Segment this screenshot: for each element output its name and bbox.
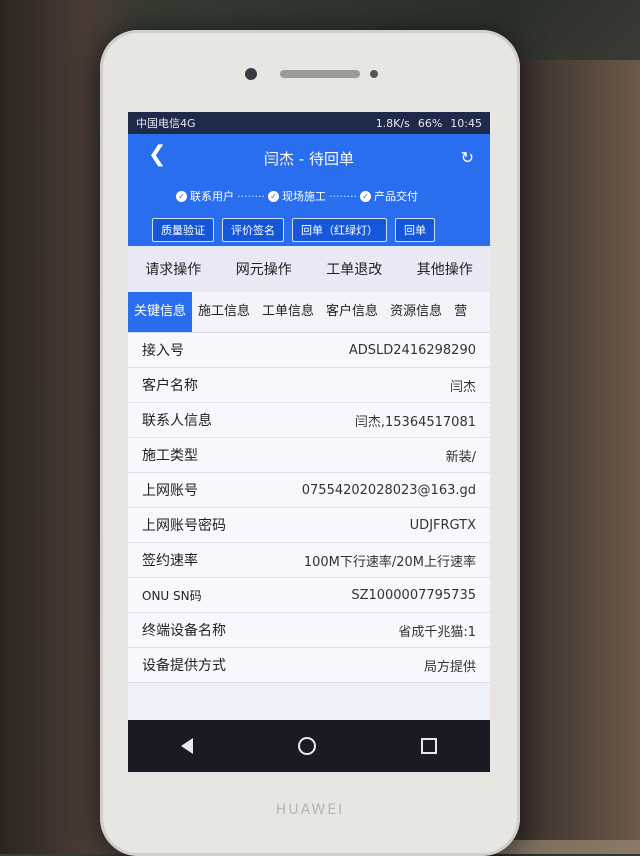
- step-label: 现场施工: [281, 190, 326, 203]
- row-label: 上网账号密码: [142, 518, 226, 534]
- check-icon: ✓: [267, 190, 279, 202]
- row-label: 客户名称: [142, 378, 198, 394]
- progress-steps: ✓ 联系用户 ········ ✓ 现场施工 ········ ✓ 产品交付: [176, 188, 418, 204]
- tab-construction-info[interactable]: 施工信息: [192, 292, 256, 332]
- info-row: 终端设备名称 省成千兆猫:1: [128, 613, 490, 648]
- row-label: 签约速率: [142, 553, 198, 569]
- earpiece-speaker: [280, 70, 360, 78]
- row-value: 局方提供: [423, 659, 476, 675]
- row-label: 设备提供方式: [142, 658, 226, 674]
- row-label: 联系人信息: [142, 413, 212, 429]
- clock: 10:45: [450, 116, 482, 130]
- info-row: 设备提供方式 局方提供: [128, 648, 490, 683]
- row-value: 省成千兆猫:1: [398, 624, 476, 640]
- rating-signature-button[interactable]: 评价签名: [222, 218, 284, 242]
- step-label: 产品交付: [373, 190, 418, 203]
- status-bar: 中国电信4G 1.8K/s 66% 10:45: [128, 112, 490, 134]
- action-bar: 请求操作 网元操作 工单退改 其他操作: [128, 246, 490, 292]
- page-title: 闫杰 - 待回单: [264, 150, 354, 168]
- refresh-icon[interactable]: ↻: [461, 148, 474, 167]
- tab-more[interactable]: 营: [448, 292, 473, 332]
- info-row: 客户名称 闫杰: [128, 368, 490, 403]
- nav-back-icon[interactable]: [180, 738, 193, 754]
- check-icon: ✓: [359, 190, 371, 202]
- info-row: 施工类型 新装/: [128, 438, 490, 473]
- info-row: 签约速率 100M下行速率/20M上行速率: [128, 543, 490, 578]
- tab-key-info[interactable]: 关键信息: [128, 292, 193, 332]
- tab-customer-info[interactable]: 客户信息: [320, 292, 384, 332]
- row-value: SZ1000007795735: [351, 587, 476, 603]
- row-value: 07554202028023@163.gd: [301, 482, 476, 498]
- front-camera: [245, 68, 257, 80]
- network-speed: 1.8K/s: [375, 116, 410, 130]
- row-label: 上网账号: [142, 483, 198, 499]
- battery-level: 66%: [417, 116, 443, 130]
- info-row: 接入号 ADSLD2416298290: [128, 333, 490, 368]
- phone-screen: 中国电信4G 1.8K/s 66% 10:45 ❮ 闫杰 - 待回单 ↻ ✓ 联…: [128, 112, 490, 772]
- row-label: 终端设备名称: [142, 623, 226, 639]
- step-label: 联系用户: [190, 190, 234, 203]
- info-list: 接入号 ADSLD2416298290 客户名称 闫杰 联系人信息 闫杰,153645…: [128, 333, 490, 683]
- header-button-row: 质量验证 评价签名 回单（红绿灯） 回单: [152, 218, 435, 242]
- action-order-return[interactable]: 工单退改: [326, 259, 382, 279]
- row-value: 闫杰,15364517081: [354, 414, 476, 430]
- return-traffic-light-button[interactable]: 回单（红绿灯）: [292, 218, 387, 242]
- proximity-sensor: [370, 70, 378, 78]
- info-row: 上网账号密码 UDJFRGTX: [128, 508, 490, 543]
- row-value: 闫杰: [449, 379, 476, 395]
- info-row: 上网账号 07554202028023@163.gd: [128, 473, 490, 508]
- row-value: 100M下行速率/20M上行速率: [303, 554, 476, 570]
- row-label: 施工类型: [142, 448, 198, 464]
- carrier-label: 中国电信4G: [136, 117, 196, 130]
- row-label: 接入号: [142, 343, 184, 359]
- nav-recent-apps-icon[interactable]: [421, 738, 438, 754]
- brand-logo: HUAWEI: [275, 802, 345, 818]
- row-value: ADSLD2416298290: [348, 342, 476, 358]
- quality-check-button[interactable]: 质量验证: [152, 218, 214, 242]
- row-label: ONU SN码: [142, 588, 202, 603]
- tab-resource-info[interactable]: 资源信息: [384, 292, 448, 332]
- check-icon: ✓: [176, 190, 187, 202]
- info-row: ONU SN码 SZ1000007795735: [128, 578, 490, 613]
- row-value: UDJFRGTX: [409, 517, 476, 533]
- app-header: ❮ 闫杰 - 待回单 ↻ ✓ 联系用户 ········ ✓ 现场施工 ····…: [128, 134, 490, 246]
- row-value: 新装/: [445, 449, 476, 465]
- tab-bar: 关键信息 施工信息 工单信息 客户信息 资源信息 营: [128, 292, 490, 333]
- tab-order-info[interactable]: 工单信息: [256, 292, 320, 332]
- return-order-button[interactable]: 回单: [395, 218, 435, 242]
- info-row: 联系人信息 闫杰,15364517081: [128, 403, 490, 438]
- action-request[interactable]: 请求操作: [145, 259, 201, 279]
- action-network-element[interactable]: 网元操作: [236, 259, 292, 279]
- nav-home-icon[interactable]: [297, 737, 316, 755]
- android-nav-bar: [128, 720, 490, 772]
- action-other[interactable]: 其他操作: [417, 259, 473, 279]
